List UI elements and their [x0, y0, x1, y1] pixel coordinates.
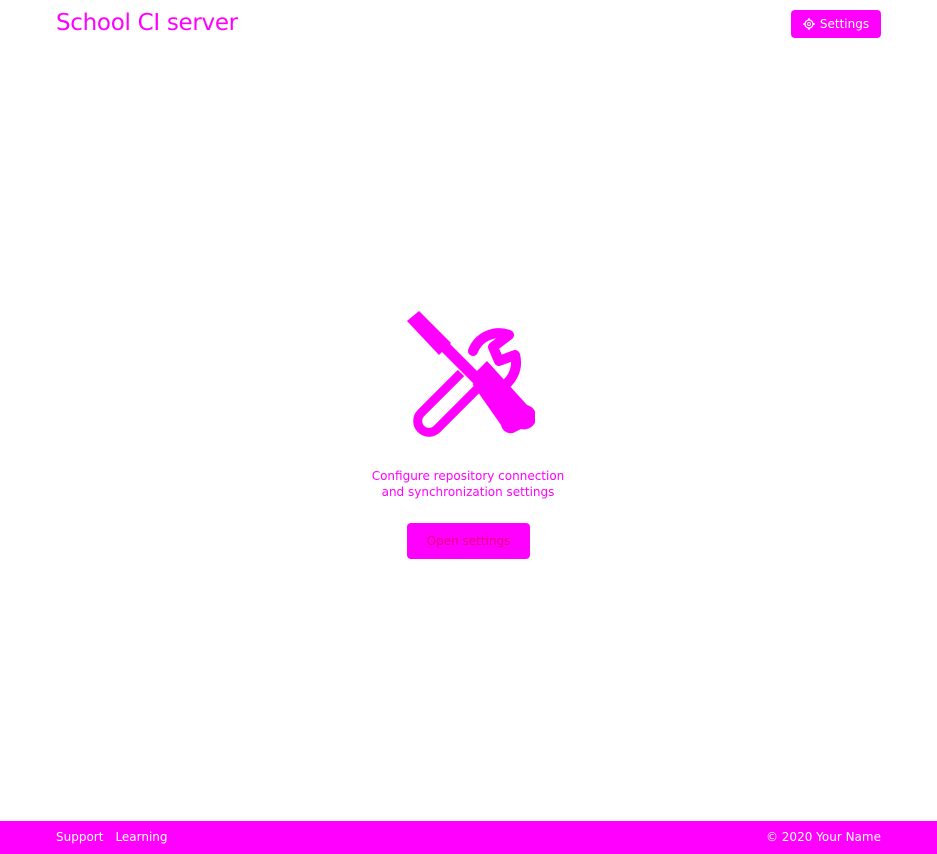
setup-message-line-1: Configure repository connection [371, 469, 565, 483]
footer: Support Learning © 2020 Your Name [0, 821, 937, 854]
setup-message-line-2: and synchronization settings [381, 485, 555, 499]
main-content: Configure repository connection and sync… [0, 48, 937, 821]
footer-links: Support Learning [56, 830, 168, 845]
setup-message: Configure repository connection and sync… [318, 468, 618, 500]
gear-icon [802, 18, 815, 30]
open-settings-button[interactable]: Open settings [407, 523, 530, 559]
footer-link-learning[interactable]: Learning [115, 830, 167, 845]
footer-link-support[interactable]: Support [56, 830, 103, 845]
page: School CI server Settings Configure repo… [0, 0, 937, 854]
tools-icon [407, 311, 535, 437]
app-title: School CI server [56, 10, 238, 36]
header: School CI server Settings [0, 0, 937, 48]
copyright: © 2020 Your Name [765, 830, 881, 844]
settings-button[interactable]: Settings [791, 10, 881, 38]
settings-button-label: Settings [819, 17, 870, 31]
